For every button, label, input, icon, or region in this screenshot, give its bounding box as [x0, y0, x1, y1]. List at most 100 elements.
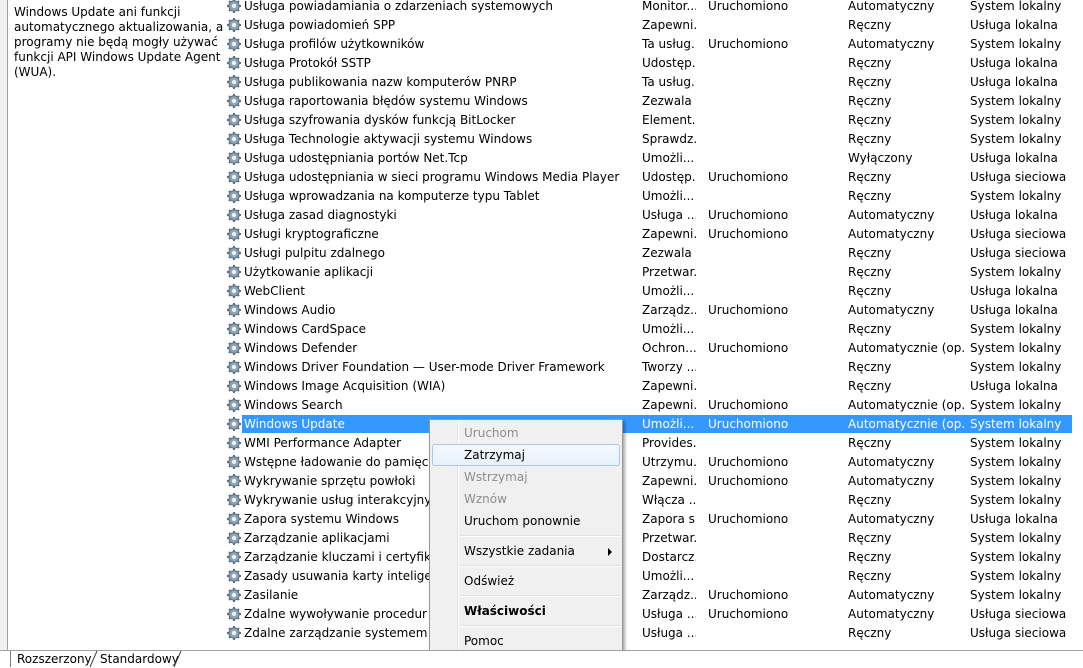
menu-separator [460, 535, 620, 537]
service-description: Element... [642, 113, 696, 127]
table-row[interactable]: Windows Driver Foundation — User-mode Dr… [0, 357, 1083, 376]
service-gear-icon [226, 112, 242, 128]
menu-item-restart[interactable]: Uruchom ponownie [432, 510, 620, 532]
service-logon-as: Usługa sieciowa [970, 626, 1067, 640]
service-name: Usługa Protokół SSTP [244, 56, 371, 70]
service-status [708, 245, 842, 261]
table-row[interactable]: Usługa publikowania nazw komputerów PNRP… [0, 72, 1083, 91]
menu-item-help[interactable]: Pomoc [432, 630, 620, 652]
service-name: Windows Driver Foundation — User-mode Dr… [244, 360, 605, 374]
table-row[interactable]: Usługa szyfrowania dysków funkcją BitLoc… [0, 110, 1083, 129]
menu-item-stop[interactable]: Zatrzymaj [432, 444, 620, 466]
table-row[interactable]: Usługa profilów użytkowników Ta usług... U… [0, 34, 1083, 53]
menu-item-all-tasks[interactable]: Wszystkie zadania [432, 540, 620, 562]
service-logon-as: System lokalny [970, 132, 1062, 146]
service-startup-type: Ręczny [848, 626, 892, 640]
menu-item-properties[interactable]: Właściwości [432, 600, 620, 622]
service-logon-as: Usługa sieciowa [970, 246, 1067, 260]
table-row[interactable]: Windows Defender Ochron... Uruchomiono Auto… [0, 338, 1083, 357]
menu-item-resume[interactable]: Wznów [432, 488, 620, 510]
service-name: Usługa raportowania błędów systemu Windo… [244, 94, 528, 108]
service-gear-icon [226, 93, 242, 109]
service-status [708, 264, 842, 280]
table-row[interactable]: WebClient Umożli... Ręczny Usługa lokalna [0, 281, 1083, 300]
service-logon-as: System lokalny [970, 0, 1062, 13]
service-description: Dostarcz... [642, 550, 696, 564]
service-gear-icon [226, 36, 242, 52]
table-row[interactable]: Usługa Technologie aktywacji systemu Win… [0, 129, 1083, 148]
service-status [708, 188, 842, 204]
service-logon-as: Usługa lokalna [970, 303, 1058, 317]
table-row[interactable]: Usługa zasad diagnostyki Usługa ... Urucho… [0, 205, 1083, 224]
menu-item-label: Właściwości [464, 604, 546, 618]
service-status [708, 55, 842, 71]
table-row[interactable]: Usługi pulpitu zdalnego Zezwala ... Ręczny… [0, 243, 1083, 262]
table-row[interactable]: Usługa powiadamiania o zdarzeniach syste… [0, 0, 1083, 15]
service-description: Udostęp... [642, 170, 696, 184]
table-row[interactable]: Windows Search Zapewni... Uruchomiono Autom… [0, 395, 1083, 414]
service-logon-as: Usługa sieciowa [970, 607, 1067, 621]
menu-item-start[interactable]: Uruchom [432, 422, 620, 444]
service-gear-icon [226, 207, 242, 223]
service-status [708, 150, 842, 166]
service-gear-icon [226, 530, 242, 546]
service-startup-type: Automatyczny [848, 474, 935, 488]
service-gear-icon [226, 226, 242, 242]
service-logon-as: Usługa lokalna [970, 512, 1058, 526]
service-description: Umożli... [642, 417, 695, 431]
service-status [708, 321, 842, 337]
service-logon-as: System lokalny [970, 189, 1062, 203]
table-row[interactable]: Usługa wprowadzania na komputerze typu T… [0, 186, 1083, 205]
service-name: Usługa Technologie aktywacji systemu Win… [244, 132, 533, 146]
service-status [708, 359, 842, 375]
service-description: Ta usług... [642, 75, 696, 89]
service-startup-type: Ręczny [848, 284, 892, 298]
service-name: Usługa wprowadzania na komputerze typu T… [244, 189, 540, 203]
service-name: Użytkowanie aplikacji [244, 265, 374, 279]
service-startup-type: Ręczny [848, 94, 892, 108]
service-status: Uruchomiono [708, 455, 789, 469]
service-name: WebClient [244, 284, 305, 298]
context-menu: Uruchom Zatrzymaj Wstrzymaj Wznów Urucho… [429, 419, 623, 653]
service-name: Usługi kryptograficzne [244, 227, 379, 241]
service-status [708, 378, 842, 394]
service-startup-type: Automatycznie (op... [848, 341, 966, 355]
table-row[interactable]: Windows Audio Zarządz... Uruchomiono Automa… [0, 300, 1083, 319]
service-logon-as: Usługa lokalna [970, 151, 1058, 165]
service-status: Uruchomiono [708, 227, 789, 241]
table-row[interactable]: Użytkowanie aplikacji Przetwar... Ręczny Sy… [0, 262, 1083, 281]
service-description: Przetwar... [642, 531, 696, 545]
table-row[interactable]: Usługa udostępniania portów Net.Tcp Umożl… [0, 148, 1083, 167]
table-row[interactable]: Windows CardSpace Umożli... Ręczny System l… [0, 319, 1083, 338]
service-name: Windows Image Acquisition (WIA) [244, 379, 446, 393]
service-description: Usługa ... [642, 626, 696, 640]
service-startup-type: Ręczny [848, 170, 892, 184]
service-logon-as: System lokalny [970, 37, 1062, 51]
service-status [708, 435, 842, 451]
service-status [708, 131, 842, 147]
service-description: Zapewni... [642, 398, 696, 412]
table-row[interactable]: Windows Image Acquisition (WIA) Zapewni..… [0, 376, 1083, 395]
service-gear-icon [226, 511, 242, 527]
table-row[interactable]: Usługa powiadomień SPP Zapewni... Ręczny Us… [0, 15, 1083, 34]
table-row[interactable]: Usługa udostępniania w sieci programu Wi… [0, 167, 1083, 186]
menu-item-label: Pomoc [464, 634, 504, 648]
table-row[interactable]: Usługa raportowania błędów systemu Windo… [0, 91, 1083, 110]
service-gear-icon [226, 340, 242, 356]
service-logon-as: System lokalny [970, 322, 1062, 336]
service-gear-icon [226, 150, 242, 166]
menu-item-refresh[interactable]: Odśwież [432, 570, 620, 592]
tab-extended[interactable]: Rozszerzony [10, 651, 98, 667]
service-status: Uruchomiono [708, 37, 789, 51]
service-status: Uruchomiono [708, 303, 789, 317]
table-row[interactable]: Usługa Protokół SSTP Udostęp... Ręczny Usłu… [0, 53, 1083, 72]
service-startup-type: Automatyczny [848, 512, 935, 526]
service-status: Uruchomiono [708, 341, 789, 355]
menu-item-pause[interactable]: Wstrzymaj [432, 466, 620, 488]
service-gear-icon [226, 416, 242, 432]
service-startup-type: Ręczny [848, 360, 892, 374]
service-description: Tworzy ... [642, 360, 696, 374]
table-row[interactable]: Usługi kryptograficzne Zapewni... Uruchomi… [0, 224, 1083, 243]
service-startup-type: Automatyczny [848, 303, 935, 317]
service-logon-as: System lokalny [970, 113, 1062, 127]
